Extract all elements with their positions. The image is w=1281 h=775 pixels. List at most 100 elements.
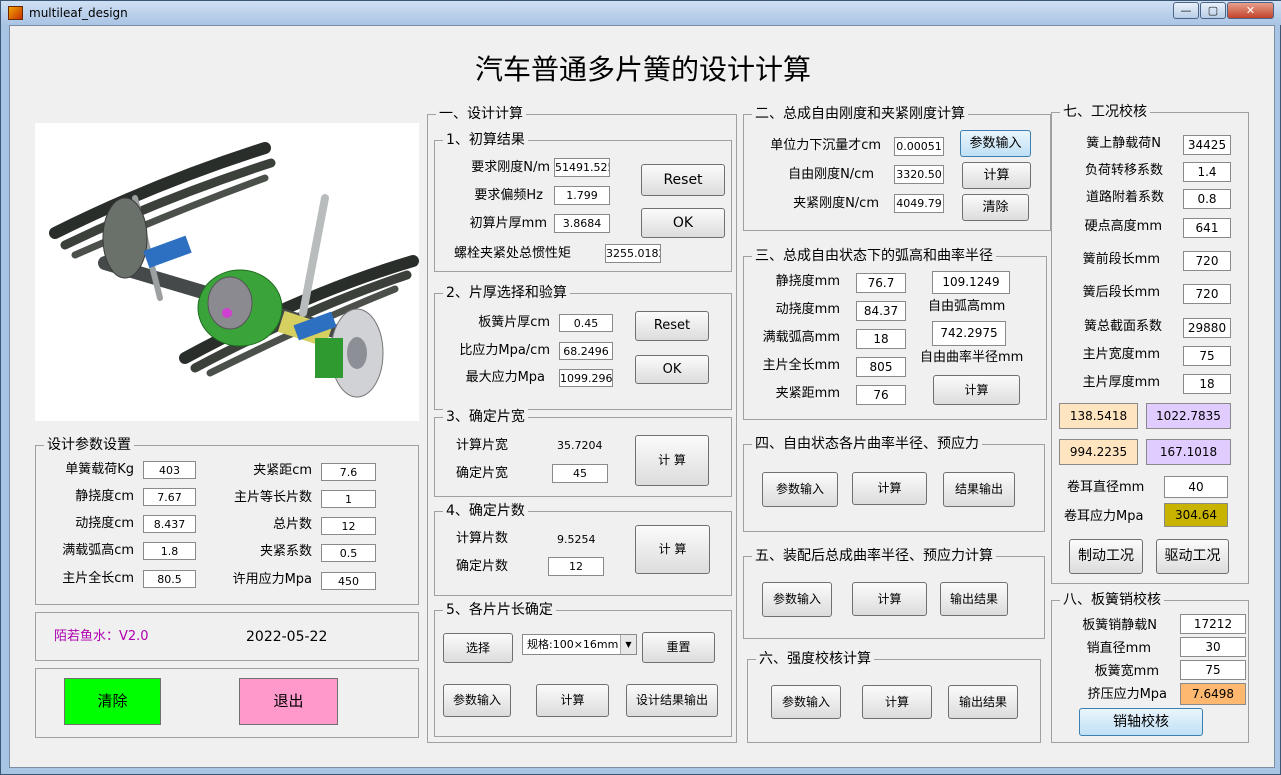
param-value-left-3[interactable]: 1.8 <box>143 542 196 560</box>
s2-label-2: 夹紧刚度N/cm <box>793 196 879 211</box>
sub3-calc-button[interactable]: 计 算 <box>635 435 709 486</box>
result-value-3[interactable]: 994.2235 <box>1059 439 1138 465</box>
drive-condition-button[interactable]: 驱动工况 <box>1156 539 1229 574</box>
reset-spec-button[interactable]: 重置 <box>642 632 715 663</box>
result-value-1[interactable]: 138.5418 <box>1059 403 1138 429</box>
section6-title: 六、强度校核计算 <box>756 650 874 668</box>
s3-label-3: 主片全长mm <box>762 358 840 373</box>
design-output-button[interactable]: 设计结果输出 <box>626 684 718 717</box>
result-value-2[interactable]: 1022.7835 <box>1146 403 1231 429</box>
s7-value-3[interactable]: 641 <box>1183 218 1231 238</box>
ear-stress-value[interactable]: 304.64 <box>1164 503 1228 527</box>
s4-calc-button[interactable]: 计算 <box>852 472 927 505</box>
spec-dropdown[interactable]: 规格:100×16mm ▼ <box>522 634 637 655</box>
sub1-value-2[interactable]: 3.8684 <box>554 214 610 233</box>
sub2-label-2: 最大应力Mpa <box>465 370 545 385</box>
exit-button[interactable]: 退出 <box>239 678 338 725</box>
sub3-set-value[interactable]: 45 <box>552 464 608 483</box>
s7-label-5: 簧后段长mm <box>1082 285 1160 300</box>
sub1-value-1[interactable]: 1.799 <box>554 186 610 205</box>
sub5-calc-button[interactable]: 计算 <box>536 684 609 717</box>
param-value-left-4[interactable]: 80.5 <box>143 570 196 588</box>
s8-value-0[interactable]: 17212 <box>1180 614 1246 634</box>
sub5-input-button[interactable]: 参数输入 <box>443 684 511 717</box>
s5-input-button[interactable]: 参数输入 <box>762 582 832 617</box>
sub4-calc-button[interactable]: 计 算 <box>635 525 710 574</box>
param-value-right-2[interactable]: 12 <box>321 517 376 535</box>
param-value-right-1[interactable]: 1 <box>321 490 376 508</box>
param-value-right-3[interactable]: 0.5 <box>321 544 376 562</box>
s3-value-0[interactable]: 76.7 <box>856 273 906 293</box>
param-value-left-0[interactable]: 403 <box>143 461 196 479</box>
s2-value-2[interactable]: 4049.79 <box>894 194 944 213</box>
param-value-left-2[interactable]: 8.437 <box>143 515 196 533</box>
s2-input-button[interactable]: 参数输入 <box>960 130 1031 157</box>
s2-calc-button[interactable]: 计算 <box>962 162 1031 189</box>
chevron-down-icon[interactable]: ▼ <box>620 635 636 654</box>
s3-calc-button[interactable]: 计算 <box>933 375 1020 405</box>
param-label-left-1: 静挠度cm <box>75 489 134 504</box>
s5-output-button[interactable]: 输出结果 <box>940 582 1008 616</box>
clear-button[interactable]: 清除 <box>64 678 161 725</box>
sub5-title: 5、各片片长确定 <box>443 601 556 619</box>
s6-output-button[interactable]: 输出结果 <box>948 685 1018 719</box>
s3-value-4[interactable]: 76 <box>856 385 906 405</box>
leaf-spring-suspension-icon <box>49 142 419 398</box>
bolt-inertia-value[interactable]: 3255.0182 <box>605 244 661 263</box>
sub2-ok-button[interactable]: OK <box>635 355 709 384</box>
s4-output-button[interactable]: 结果输出 <box>943 472 1015 507</box>
free-arc-value[interactable]: 109.1249 <box>932 271 1010 294</box>
s2-value-0[interactable]: 0.00051 <box>894 137 944 156</box>
sub2-value-2[interactable]: 1099.2966 <box>559 369 613 387</box>
ear-diameter-value[interactable]: 40 <box>1164 476 1228 498</box>
s6-input-button[interactable]: 参数输入 <box>771 685 841 719</box>
s3-value-1[interactable]: 84.37 <box>856 301 906 321</box>
maximize-button[interactable]: ▢ <box>1200 2 1226 19</box>
sub4-set-value[interactable]: 12 <box>548 557 604 576</box>
pin-check-button[interactable]: 销轴校核 <box>1079 708 1203 736</box>
param-value-left-1[interactable]: 7.67 <box>143 488 196 506</box>
s7-value-1[interactable]: 1.4 <box>1183 162 1231 182</box>
brake-condition-button[interactable]: 制动工况 <box>1069 539 1143 574</box>
free-radius-value[interactable]: 742.2975 <box>932 321 1006 346</box>
s2-label-1: 自由刚度N/cm <box>788 167 874 182</box>
s7-value-2[interactable]: 0.8 <box>1183 189 1231 209</box>
s7-value-7[interactable]: 75 <box>1183 346 1231 366</box>
s6-calc-button[interactable]: 计算 <box>862 685 932 719</box>
sub2-value-1[interactable]: 68.2496 <box>559 342 613 360</box>
s3-value-3[interactable]: 805 <box>856 357 906 377</box>
s2-clear-button[interactable]: 清除 <box>962 194 1029 221</box>
s7-value-6[interactable]: 29880 <box>1183 318 1231 338</box>
s2-value-1[interactable]: 3320.50 <box>894 165 944 184</box>
sub1-value-0[interactable]: 51491.525 <box>554 158 610 177</box>
spec-dropdown-value: 规格:100×16mm <box>527 638 619 651</box>
section3-panel: 三、总成自由状态下的弧高和曲率半径 静挠度mm 76.7 动挠度mm 84.37 满载弧… <box>743 247 1047 420</box>
sub2-value-0[interactable]: 0.45 <box>559 314 613 332</box>
minimize-button[interactable]: — <box>1173 2 1199 19</box>
s7-value-4[interactable]: 720 <box>1183 251 1231 271</box>
s4-input-button[interactable]: 参数输入 <box>762 472 838 507</box>
param-value-right-4[interactable]: 450 <box>321 572 376 590</box>
select-button[interactable]: 选择 <box>443 633 513 663</box>
s7-value-5[interactable]: 720 <box>1183 284 1231 304</box>
sub2-title: 2、片厚选择和验算 <box>443 284 570 302</box>
param-label-left-2: 动挠度cm <box>75 516 134 531</box>
s5-calc-button[interactable]: 计算 <box>852 582 927 616</box>
sub1-ok-button[interactable]: OK <box>641 208 725 238</box>
s7-label-8: 主片厚度mm <box>1082 375 1160 390</box>
sub2-reset-button[interactable]: Reset <box>635 311 709 341</box>
sub4-calc-value: 9.5254 <box>557 533 596 546</box>
squeeze-stress-value[interactable]: 7.6498 <box>1180 683 1246 705</box>
close-button[interactable]: ✕ <box>1227 2 1274 19</box>
param-label-right-3: 夹紧系数 <box>259 544 312 559</box>
param-value-right-0[interactable]: 7.6 <box>321 463 376 481</box>
sub1-reset-button[interactable]: Reset <box>641 164 725 196</box>
result-value-4[interactable]: 167.1018 <box>1146 439 1231 465</box>
s3-value-2[interactable]: 18 <box>856 329 906 349</box>
s8-value-2[interactable]: 75 <box>1180 660 1246 680</box>
s7-value-8[interactable]: 18 <box>1183 374 1231 394</box>
s7-value-0[interactable]: 34425 <box>1183 135 1231 155</box>
design-params-panel: 设计参数设置 单簧载荷Kg 403 夹紧距cm 7.6 静挠度cm 7.67 主片等长片数 1… <box>35 436 419 605</box>
s8-value-1[interactable]: 30 <box>1180 637 1246 657</box>
sub4-title: 4、确定片数 <box>443 502 528 520</box>
